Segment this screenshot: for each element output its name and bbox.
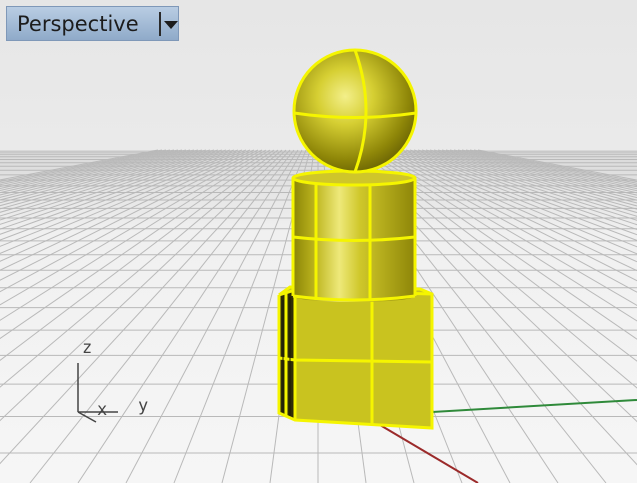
viewport-scene[interactable] xyxy=(0,0,637,483)
tab-separator xyxy=(159,11,161,36)
box-object[interactable] xyxy=(277,285,434,430)
sphere-object[interactable] xyxy=(292,48,418,174)
cylinder-object[interactable] xyxy=(291,169,417,302)
cylinder-body xyxy=(293,178,415,296)
axis-y-label: y xyxy=(138,396,149,416)
perspective-viewport[interactable]: z x y Perspective xyxy=(0,0,637,483)
triangle-down-icon[interactable] xyxy=(164,20,178,29)
axis-x-label: x xyxy=(97,400,108,420)
viewport-title-label: Perspective xyxy=(17,11,139,36)
viewport-title-tab[interactable]: Perspective xyxy=(6,6,179,41)
axis-z-label: z xyxy=(82,338,93,358)
